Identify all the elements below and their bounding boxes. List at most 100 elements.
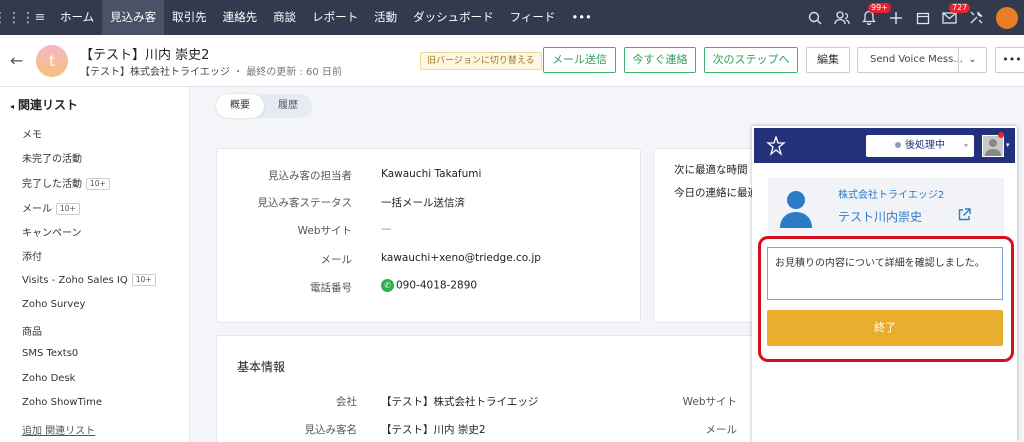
settings-tools-icon[interactable]	[963, 0, 990, 35]
sidebar-item-label: Zoho ShowTime	[22, 397, 103, 408]
nav-contacts[interactable]: 連絡先	[215, 0, 266, 35]
sidebar-item-notes[interactable]: メモ	[22, 126, 42, 141]
field-label: 会社	[336, 396, 357, 408]
field-label: 電話番号	[310, 282, 352, 294]
module-tabs: ホーム 見込み客 取引先 連絡先 商談 レポート 活動 ダッシュボード フィード…	[52, 0, 600, 35]
nav-activities[interactable]: 活動	[366, 0, 405, 35]
app-grid-icon[interactable]: ⋮⋮⋮	[0, 0, 35, 35]
bell-icon[interactable]: 99+	[855, 0, 891, 35]
related-list-title: ◂ 関連リスト	[10, 96, 78, 113]
nav-accounts[interactable]: 取引先	[164, 0, 215, 35]
send-voice-message-dropdown[interactable]: Send Voice Mess... ⌄	[857, 47, 987, 73]
count-badge: 10+	[56, 203, 80, 215]
sidebar-item-label: 未完了の活動	[22, 154, 82, 165]
edit-button[interactable]: 編集	[806, 47, 850, 73]
sidebar-item-zoho-survey[interactable]: Zoho Survey	[22, 299, 85, 310]
status-dot	[895, 142, 901, 148]
best-time-card: 次に最適な時間 今日の連絡に最適	[653, 148, 763, 323]
plus-icon[interactable]	[882, 0, 909, 35]
top-navigation-bar: ⋮⋮⋮ ≡ ホーム 見込み客 取引先 連絡先 商談 レポート 活動 ダッシュボー…	[0, 0, 1024, 35]
nav-more[interactable]: •••	[563, 0, 599, 35]
field-value-website: —	[381, 223, 392, 235]
contact-now-button[interactable]: 今すぐ連絡	[624, 47, 696, 73]
avatar-caret-icon[interactable]: ▾	[1006, 141, 1010, 149]
count-badge: 10+	[131, 274, 156, 286]
top-utility-icons: 99+ 727	[801, 0, 1024, 35]
status-text: 後処理中	[905, 140, 945, 151]
end-call-button[interactable]: 終了	[767, 310, 1003, 346]
user-avatar[interactable]	[996, 6, 1018, 29]
call-memo-textarea[interactable]: お見積りの内容について詳細を確認しました。	[767, 247, 1003, 300]
field-value-company: 【テスト】株式会社トライエッジ	[381, 396, 539, 408]
sidebar-item-visits[interactable]: Visits - Zoho Sales IQ 10+	[22, 274, 156, 286]
phone-icon: ✆	[381, 279, 394, 292]
hamburger-menu-icon[interactable]: ≡	[28, 10, 52, 25]
field-label: メール	[320, 254, 353, 266]
phone-number: 090-4018-2890	[396, 279, 478, 292]
sidebar-item-products[interactable]: 商品	[22, 323, 42, 338]
related-list-title-text: 関連リスト	[18, 98, 79, 112]
chevron-down-icon[interactable]: ⌄	[958, 48, 986, 72]
record-subtitle: 【テスト】株式会社トライエッジ ・ 最終の更新 : 60 日前	[80, 63, 342, 78]
tab-overview[interactable]: 概要	[216, 94, 264, 118]
switch-old-version-button[interactable]: 旧バージョンに切り替える	[420, 52, 542, 70]
nav-home[interactable]: ホーム	[52, 0, 102, 35]
call-panel-header: 後処理中 ▾ ▾	[754, 128, 1015, 163]
field-label: Webサイト	[682, 396, 737, 408]
add-related-list-link[interactable]: 追加 関連リスト	[22, 422, 95, 437]
record-title: 【テスト】川内 崇史2	[80, 48, 210, 63]
nav-reports[interactable]: レポート	[304, 0, 366, 35]
field-value-email[interactable]: kawauchi+xeno@triedge.co.jp	[381, 252, 541, 264]
last-updated: 最終の更新 : 60 日前	[246, 67, 342, 78]
tab-timeline[interactable]: 履歴	[264, 94, 312, 118]
sidebar-item-zoho-desk[interactable]: Zoho Desk	[22, 373, 75, 384]
sidebar-item-label: キャンペーン	[22, 228, 82, 239]
send-mail-button[interactable]: メール送信	[543, 47, 616, 73]
nav-deals[interactable]: 商談	[265, 0, 304, 35]
agent-avatar[interactable]	[982, 135, 1004, 157]
field-value-phone[interactable]: ✆ 090-4018-2890	[381, 279, 477, 292]
person-icon	[780, 191, 812, 228]
send-voice-label: Send Voice Mess...	[870, 54, 963, 65]
nav-dashboard[interactable]: ダッシュボード	[405, 0, 502, 35]
sidebar-item-label: Zoho Desk	[22, 373, 76, 384]
sidebar-item-label: Zoho Survey	[22, 299, 86, 310]
record-company: 【テスト】株式会社トライエッジ	[80, 67, 230, 78]
field-value-owner: Kawauchi Takafumi	[381, 168, 482, 180]
nav-feeds[interactable]: フィード	[502, 0, 564, 35]
section-title: 基本情報	[237, 360, 286, 374]
contact-company: 株式会社トライエッジ2	[838, 190, 945, 201]
next-step-button[interactable]: 次のステップへ	[704, 47, 798, 73]
sidebar-item-zoho-showtime[interactable]: Zoho ShowTime	[22, 397, 102, 408]
contact-name[interactable]: テスト川内崇史	[838, 208, 922, 225]
mail-icon[interactable]: 727	[936, 0, 971, 35]
sidebar-item-attachments[interactable]: 添付	[22, 248, 42, 263]
field-label: 見込み客の担当者	[268, 170, 352, 182]
subtitle-separator: ・	[233, 67, 244, 78]
sidebar-item-sms-texts[interactable]: SMS Texts0	[22, 348, 78, 359]
field-label: メール	[705, 424, 738, 436]
sidebar-item-label: 商品	[22, 327, 42, 338]
nav-leads[interactable]: 見込み客	[102, 0, 165, 35]
contact-card: 株式会社トライエッジ2 テスト川内崇史	[768, 178, 1004, 236]
sidebar-item-campaigns[interactable]: キャンペーン	[22, 224, 82, 239]
chevron-down-icon: ▾	[963, 141, 968, 150]
collapse-caret-icon[interactable]: ◂	[10, 102, 14, 111]
search-icon[interactable]	[801, 0, 828, 35]
back-arrow-icon[interactable]: ←	[10, 51, 23, 70]
record-avatar: t	[36, 45, 68, 77]
sidebar-item-closed-activities[interactable]: 完了した活動 10+	[22, 175, 110, 190]
sidebar-item-open-activities[interactable]: 未完了の活動	[22, 150, 82, 165]
best-time-label: 次に最適な時間	[674, 164, 748, 176]
external-link-icon[interactable]	[958, 208, 971, 225]
sidebar-item-label: SMS Texts0	[22, 348, 79, 359]
field-value-status: 一括メール送信済	[381, 197, 465, 209]
sidebar-item-label: メモ	[22, 130, 42, 141]
summary-card: 見込み客の担当者 Kawauchi Takafumi 見込み客ステータス 一括メ…	[216, 148, 641, 323]
sidebar-item-emails[interactable]: メール 10+	[22, 200, 80, 215]
status-dropdown[interactable]: 後処理中 ▾	[866, 135, 974, 157]
count-badge: 10+	[86, 178, 110, 190]
users-icon[interactable]	[828, 0, 855, 35]
more-actions-button[interactable]: •••	[995, 47, 1024, 73]
calendar-icon[interactable]	[909, 0, 936, 35]
